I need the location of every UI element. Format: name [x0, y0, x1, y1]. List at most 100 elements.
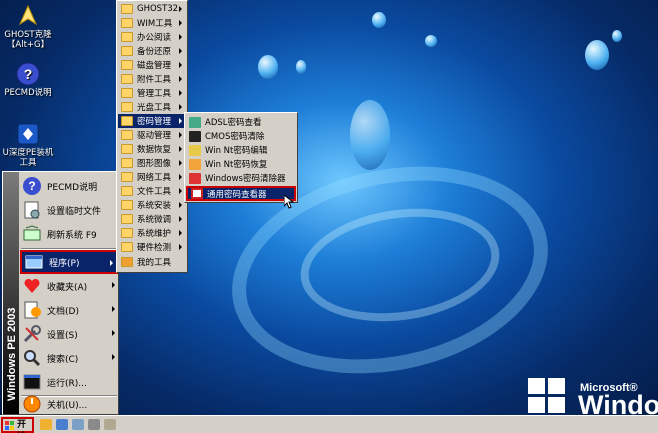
- programs-item-label: 附件工具: [137, 75, 172, 85]
- password-item[interactable]: Win Nt密码恢复: [186, 157, 296, 171]
- windows-flag-icon: [528, 378, 566, 414]
- chevron-right-icon: [179, 244, 182, 250]
- start-item-label: 关机(U)...: [47, 400, 88, 411]
- adsl-icon: [189, 116, 201, 128]
- programs-item[interactable]: 系统微调: [118, 212, 186, 226]
- start-item-favorites[interactable]: 收藏夹(A): [20, 274, 118, 298]
- start-item-shutdown[interactable]: 关机(U)...: [20, 394, 118, 414]
- programs-item-label: 图形图像: [137, 159, 172, 169]
- password-item-label: CMOS密码清除: [205, 132, 265, 142]
- programs-item[interactable]: WIM工具: [118, 16, 186, 30]
- start-item-refresh[interactable]: 刷新系统 F9: [20, 222, 118, 246]
- favorites-icon: [24, 278, 40, 293]
- password-item[interactable]: Windows密码清除器: [186, 171, 296, 185]
- programs-item[interactable]: 附件工具: [118, 72, 186, 86]
- programs-item[interactable]: GHOST32: [118, 2, 186, 16]
- folder-icon: [121, 158, 133, 168]
- quicklaunch-folder-icon[interactable]: [40, 419, 52, 430]
- folder-icon: [121, 18, 133, 28]
- programs-item-label: 网络工具: [137, 173, 172, 183]
- settings-icon: [23, 325, 41, 343]
- password-item[interactable]: CMOS密码清除: [186, 129, 296, 143]
- programs-menu: GHOST32 WIM工具 办公阅读 备份还原 磁盘管理 附件工具 管理工具 光…: [116, 0, 188, 273]
- programs-item[interactable]: 备份还原: [118, 44, 186, 58]
- password-item[interactable]: ADSL密码查看: [186, 115, 296, 129]
- programs-item[interactable]: 管理工具: [118, 86, 186, 100]
- programs-item[interactable]: 系统维护: [118, 226, 186, 240]
- svg-text:?: ?: [24, 66, 33, 82]
- quicklaunch-tool-icon[interactable]: [88, 419, 100, 430]
- folder-icon: [121, 186, 133, 196]
- chevron-right-icon: [179, 160, 182, 166]
- start-item-pecmd[interactable]: ? PECMD说明: [20, 174, 118, 198]
- quicklaunch-desktop-icon[interactable]: [72, 419, 84, 430]
- programs-item[interactable]: 系统安装: [118, 198, 186, 212]
- start-item-documents[interactable]: 文档(D): [20, 298, 118, 322]
- desktop-icon-pecmd[interactable]: ? PECMD说明: [0, 62, 56, 98]
- desktop-icon-label: U深度PE装机: [2, 148, 54, 158]
- key-edit-icon: [189, 144, 201, 156]
- chevron-right-icon: [112, 330, 115, 336]
- folder-icon: [121, 88, 133, 98]
- start-item-settings[interactable]: 设置(S): [20, 322, 118, 346]
- chevron-right-icon: [110, 260, 113, 266]
- water-drop: [296, 60, 306, 74]
- folder-icon: [121, 200, 133, 210]
- programs-item[interactable]: 驱动管理: [118, 128, 186, 142]
- chevron-right-icon: [112, 282, 115, 288]
- programs-item[interactable]: 文件工具: [118, 184, 186, 198]
- start-item-label: 搜索(C): [47, 354, 79, 365]
- password-item[interactable]: Win Nt密码编辑: [186, 143, 296, 157]
- start-item-label: 运行(R)...: [47, 378, 87, 389]
- start-button[interactable]: 开始: [1, 417, 34, 433]
- chevron-right-icon: [179, 132, 182, 138]
- start-item-label: 设置(S): [47, 330, 78, 341]
- programs-item-label: 驱动管理: [137, 131, 172, 141]
- programs-item[interactable]: 网络工具: [118, 170, 186, 184]
- quicklaunch-explorer-icon[interactable]: [56, 419, 68, 430]
- programs-item[interactable]: 我的工具: [118, 255, 186, 269]
- chevron-right-icon: [179, 230, 182, 236]
- settings-file-icon: [24, 201, 40, 219]
- start-item-programs[interactable]: 程序(P): [20, 250, 118, 274]
- start-menu: Windows PE 2003 ? PECMD说明 设置临时文件 刷新系统 F9…: [2, 171, 119, 415]
- start-item-search[interactable]: 搜索(C): [20, 346, 118, 370]
- folder-icon: [121, 130, 133, 140]
- password-item-label: Windows密码清除器: [205, 174, 286, 184]
- programs-item[interactable]: 数据恢复: [118, 142, 186, 156]
- water-drop: [612, 30, 622, 42]
- programs-item-label: 文件工具: [137, 187, 172, 197]
- password-item-universal-viewer[interactable]: 通用密码查看器: [186, 186, 296, 201]
- cmos-icon: [189, 130, 201, 142]
- programs-item-password[interactable]: 密码管理: [118, 114, 186, 128]
- desktop-icon-label: 【Alt+G】: [6, 40, 50, 50]
- key-clear-icon: [189, 172, 201, 184]
- chevron-right-icon: [179, 118, 182, 124]
- programs-item[interactable]: 磁盘管理: [118, 58, 186, 72]
- chevron-right-icon: [112, 354, 115, 360]
- run-icon: [23, 374, 41, 390]
- folder-icon: [121, 144, 133, 154]
- programs-item[interactable]: 图形图像: [118, 156, 186, 170]
- desktop-icon-ghost[interactable]: GHOST克隆 【Alt+G】: [0, 4, 56, 50]
- chevron-right-icon: [179, 146, 182, 152]
- start-item-run[interactable]: 运行(R)...: [20, 370, 118, 394]
- quicklaunch-eraser-icon[interactable]: [104, 419, 116, 430]
- desktop-icon-installer[interactable]: U深度PE装机 工具: [0, 122, 56, 168]
- desktop-icon-label: GHOST克隆: [4, 30, 52, 40]
- chevron-right-icon: [179, 48, 182, 54]
- password-item-label: Win Nt密码恢复: [205, 160, 268, 170]
- programs-item-label: 硬件检测: [137, 243, 172, 253]
- programs-item-label: 系统微调: [137, 215, 172, 225]
- programs-item[interactable]: 办公阅读: [118, 30, 186, 44]
- programs-item[interactable]: 光盘工具: [118, 100, 186, 114]
- windows-flag-icon: [5, 421, 15, 430]
- water-drop: [585, 40, 609, 70]
- start-item-label: 程序(P): [49, 258, 80, 269]
- start-item-temp-files[interactable]: 设置临时文件: [20, 198, 118, 222]
- chevron-right-icon: [179, 202, 182, 208]
- password-viewer-icon: [191, 188, 203, 199]
- programs-item-label: 办公阅读: [137, 33, 172, 43]
- programs-icon: [25, 255, 43, 269]
- programs-item[interactable]: 硬件检测: [118, 240, 186, 254]
